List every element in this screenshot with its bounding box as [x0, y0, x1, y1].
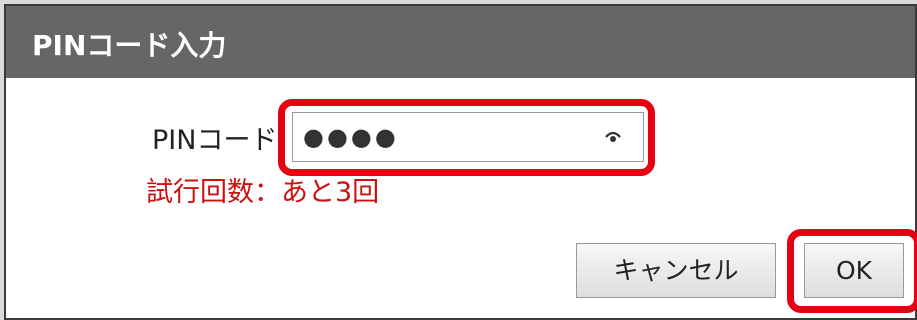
pin-label: PINコード [152, 125, 278, 156]
ok-highlight-frame [787, 229, 917, 313]
cancel-button[interactable]: キャンセル [576, 243, 776, 298]
dialog-titlebar: PINコード入力 [6, 6, 915, 78]
attempts-remaining-text: 試行回数：あと3回 [146, 177, 380, 208]
pin-highlight-frame [278, 99, 655, 176]
pin-dialog: PINコード入力 PINコード ●●●● 試行回数：あと3回 キャンセル OK [4, 4, 917, 320]
dialog-title: PINコード入力 [32, 29, 227, 62]
